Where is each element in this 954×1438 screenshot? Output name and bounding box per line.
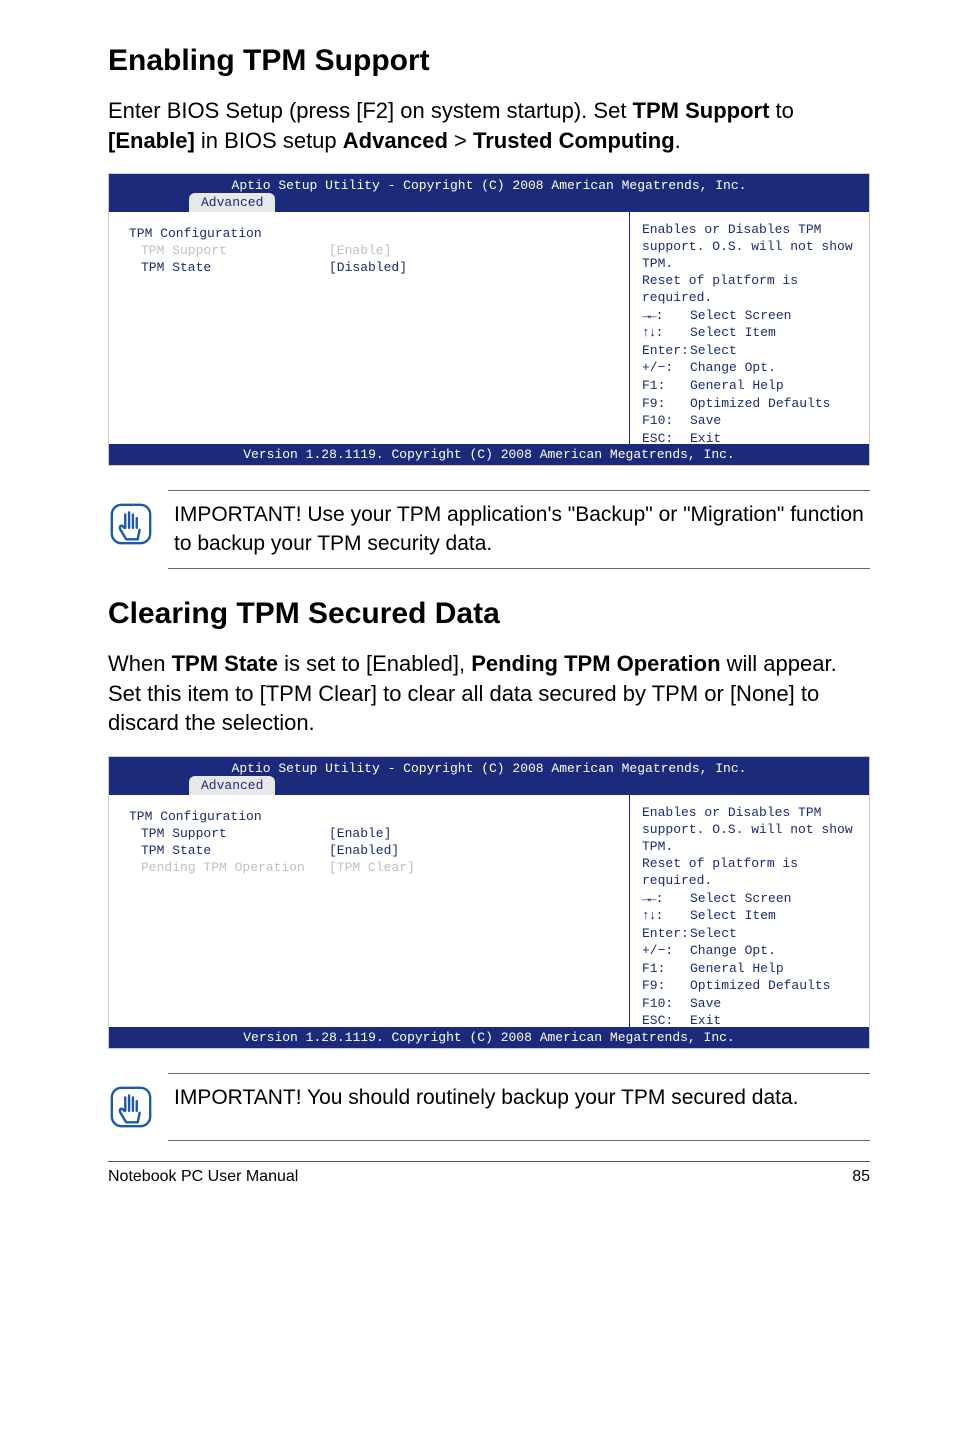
bios-key-desc: Select Screen [690, 307, 791, 325]
bios-tab-row: Advanced [109, 193, 869, 212]
note-important-2: IMPORTANT! You should routinely backup y… [168, 1073, 870, 1141]
bios-screenshot-2: Aptio Setup Utility - Copyright (C) 2008… [108, 756, 870, 1049]
page-footer: Notebook PC User Manual 85 [108, 1161, 870, 1186]
intro-text: in BIOS setup [195, 128, 343, 153]
bios-help-line: Reset of platform is required. [642, 856, 857, 890]
bios-value: [Disabled] [329, 260, 407, 275]
intro-bold: TPM Support [633, 98, 770, 123]
bios-help-line: Enables or Disables TPM [642, 222, 857, 239]
bios-key: ↑↓: [642, 324, 690, 342]
bios-label: TPM Support [129, 243, 329, 258]
bios-key-desc: Select [690, 342, 737, 360]
bios-key-desc: Select Item [690, 907, 776, 925]
bios-key: +/−: [642, 359, 690, 377]
bios-key: ESC: [642, 430, 690, 448]
bios-key: Enter: [642, 342, 690, 360]
bios-key: ESC: [642, 1012, 690, 1030]
bios-key-desc: Select Screen [690, 890, 791, 908]
footer-page-number: 85 [852, 1168, 870, 1186]
hand-icon [108, 1084, 154, 1130]
bios-key-legend: →←:Select Screen ↑↓:Select Item Enter: S… [642, 890, 857, 1030]
intro-bold: [Enable] [108, 128, 195, 153]
intro-text: is set to [Enabled], [278, 651, 471, 676]
bios-key: →←: [642, 307, 690, 325]
bios-key: F10: [642, 995, 690, 1013]
intro-text: Enter BIOS Setup (press [F2] on system s… [108, 98, 633, 123]
bios-key-desc: Select Item [690, 324, 776, 342]
bios-key-desc: General Help [690, 377, 784, 395]
bios-title: Aptio Setup Utility - Copyright (C) 2008… [109, 174, 869, 193]
bios-key: +/−: [642, 942, 690, 960]
intro-bold: Trusted Computing [473, 128, 675, 153]
footer-manual-title: Notebook PC User Manual [108, 1168, 298, 1186]
bios-key-legend: →←:Select Screen ↑↓:Select Item Enter: S… [642, 307, 857, 447]
bios-key: →←: [642, 890, 690, 908]
intro-text: . [675, 128, 681, 153]
bios-key: Enter: [642, 925, 690, 943]
intro-bold: Pending TPM Operation [471, 651, 720, 676]
bios-footer: Version 1.28.1119. Copyright (C) 2008 Am… [109, 1027, 869, 1048]
intro-text: When [108, 651, 172, 676]
bios-key-desc: Exit [690, 1012, 721, 1030]
intro-clear-tpm: When TPM State is set to [Enabled], Pend… [108, 649, 870, 738]
bios-label: TPM State [129, 843, 329, 858]
bios-help-line: Enables or Disables TPM [642, 805, 857, 822]
bios-row-tpm-support: TPM Support [Enable] [129, 826, 609, 841]
bios-label: TPM State [129, 260, 329, 275]
bios-key: ↑↓: [642, 907, 690, 925]
bios-main-panel: TPM Configuration TPM Support [Enable] T… [109, 212, 629, 444]
heading-clear-tpm: Clearing TPM Secured Data [108, 597, 870, 631]
bios-row-pending-operation: Pending TPM Operation [TPM Clear] [129, 860, 609, 875]
bios-key: F9: [642, 395, 690, 413]
bios-key-desc: Save [690, 412, 721, 430]
bios-key-desc: Save [690, 995, 721, 1013]
bios-label: Pending TPM Operation [129, 860, 329, 875]
bios-help-line: support. O.S. will not show TPM. [642, 822, 857, 856]
bios-value: [Enabled] [329, 843, 399, 858]
bios-key-desc: Select [690, 925, 737, 943]
intro-text: > [448, 128, 473, 153]
note-text: IMPORTANT! Use your TPM application's "B… [174, 501, 870, 558]
bios-key: F10: [642, 412, 690, 430]
bios-key: F1: [642, 960, 690, 978]
note-important-1: IMPORTANT! Use your TPM application's "B… [168, 490, 870, 569]
bios-tab-advanced: Advanced [189, 776, 275, 795]
bios-footer: Version 1.28.1119. Copyright (C) 2008 Am… [109, 444, 869, 465]
intro-enable-tpm: Enter BIOS Setup (press [F2] on system s… [108, 96, 870, 155]
bios-key-desc: Change Opt. [690, 942, 776, 960]
bios-row-tpm-state: TPM State [Disabled] [129, 260, 609, 275]
hand-icon [108, 501, 154, 547]
heading-enable-tpm: Enabling TPM Support [108, 44, 870, 78]
bios-label: TPM Support [129, 826, 329, 841]
intro-bold: TPM State [172, 651, 278, 676]
bios-help-panel: Enables or Disables TPM support. O.S. wi… [629, 212, 869, 444]
bios-tab-row: Advanced [109, 776, 869, 795]
bios-tab-advanced: Advanced [189, 193, 275, 212]
bios-config-title: TPM Configuration [129, 809, 329, 824]
bios-key-desc: General Help [690, 960, 784, 978]
bios-value: [Enable] [329, 826, 391, 841]
note-text: IMPORTANT! You should routinely backup y… [174, 1084, 798, 1112]
bios-key: F1: [642, 377, 690, 395]
bios-help-panel: Enables or Disables TPM support. O.S. wi… [629, 795, 869, 1027]
bios-key: F9: [642, 977, 690, 995]
intro-text: to [769, 98, 793, 123]
bios-key-desc: Optimized Defaults [690, 977, 830, 995]
bios-screenshot-1: Aptio Setup Utility - Copyright (C) 2008… [108, 173, 870, 466]
bios-row-tpm-state: TPM State [Enabled] [129, 843, 609, 858]
bios-key-desc: Exit [690, 430, 721, 448]
bios-title: Aptio Setup Utility - Copyright (C) 2008… [109, 757, 869, 776]
bios-value: [TPM Clear] [329, 860, 415, 875]
bios-value: [Enable] [329, 243, 391, 258]
bios-main-panel: TPM Configuration TPM Support [Enable] T… [109, 795, 629, 1027]
bios-key-desc: Change Opt. [690, 359, 776, 377]
bios-key-desc: Optimized Defaults [690, 395, 830, 413]
bios-config-title: TPM Configuration [129, 226, 329, 241]
bios-help-line: Reset of platform is required. [642, 273, 857, 307]
intro-bold: Advanced [343, 128, 448, 153]
bios-row-tpm-support: TPM Support [Enable] [129, 243, 609, 258]
bios-help-line: support. O.S. will not show TPM. [642, 239, 857, 273]
